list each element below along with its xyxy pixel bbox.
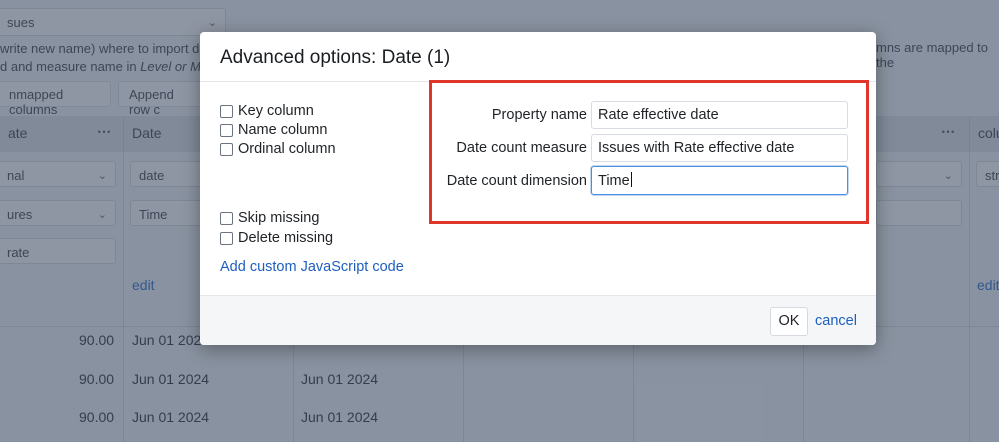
checkbox-label: Key column: [238, 103, 314, 119]
date-count-dimension-input[interactable]: Time: [591, 166, 848, 195]
checkbox-box[interactable]: [220, 123, 233, 137]
date-count-dimension-label: Date count dimension: [446, 173, 587, 189]
checkbox-label: Skip missing: [238, 210, 320, 226]
checkbox-label: Name column: [238, 122, 328, 138]
property-name-input[interactable]: Rate effective date: [591, 101, 848, 129]
ok-button[interactable]: OK: [770, 307, 808, 336]
name-column-checkbox[interactable]: Name column: [220, 122, 327, 138]
checkbox-box[interactable]: [220, 142, 233, 156]
property-name-value: Rate effective date: [598, 107, 719, 123]
checkbox-label: Ordinal column: [238, 141, 336, 157]
date-count-measure-label: Date count measure: [456, 140, 587, 156]
key-column-checkbox[interactable]: Key column: [220, 103, 314, 119]
advanced-options-modal: Advanced options: Date (1) Key column Na…: [200, 32, 876, 345]
checkbox-label: Delete missing: [238, 230, 334, 246]
checkbox-box[interactable]: [220, 104, 233, 118]
skip-missing-checkbox[interactable]: Skip missing: [220, 210, 319, 226]
checkbox-box[interactable]: [220, 231, 233, 245]
add-custom-js-link[interactable]: Add custom JavaScript code: [220, 259, 404, 275]
delete-missing-checkbox[interactable]: Delete missing: [220, 230, 333, 246]
date-count-measure-input[interactable]: Issues with Rate effective date: [591, 134, 848, 162]
ordinal-column-checkbox[interactable]: Ordinal column: [220, 141, 336, 157]
cancel-link[interactable]: cancel: [815, 313, 857, 329]
modal-title: Advanced options: Date (1): [220, 47, 451, 68]
date-count-dimension-value: Time: [598, 173, 630, 189]
checkbox-box[interactable]: [220, 211, 233, 225]
text-caret: [630, 172, 632, 187]
modal-header: Advanced options: Date (1): [200, 32, 876, 82]
property-name-label: Property name: [491, 107, 587, 123]
date-count-measure-value: Issues with Rate effective date: [598, 140, 795, 156]
